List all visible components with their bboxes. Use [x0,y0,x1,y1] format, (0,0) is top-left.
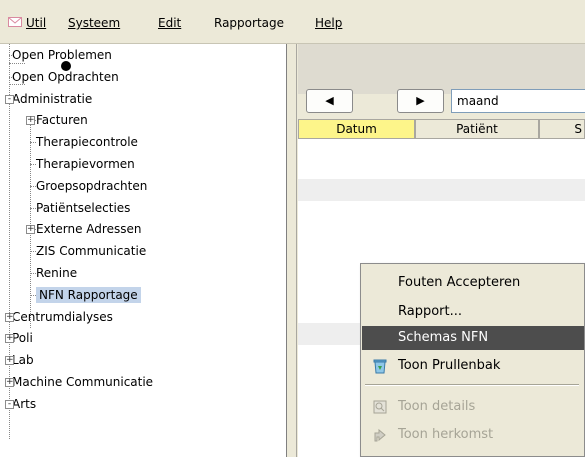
menu-item-toon-prullenbak[interactable]: Toon Prullenbak [362,354,584,378]
menu-item-toon-herkomst[interactable]: Toon herkomst [362,423,584,447]
menu-edit-label: Edit [158,16,182,30]
tree-guide [30,118,31,328]
tree-item-label: Open Problemen [12,48,112,62]
period-select[interactable]: maand [451,89,585,113]
expand-icon[interactable]: + [26,225,35,235]
tree-item-label: Open Opdrachten [12,69,119,84]
previous-button[interactable]: ◀ [306,89,353,113]
tree-item-label: Lab [12,353,34,368]
header-strip [298,44,585,94]
tree-item-label: Therapiecontrole [36,135,138,150]
tree-item-label: Externe Adressen [36,222,142,237]
tree-item-label: Renine [36,266,78,280]
expand-icon[interactable]: + [5,312,14,322]
tree-item-label: NFN Rapportage [36,286,141,303]
menu-rapportage[interactable]: Rapportage [214,14,284,32]
grid-header: Datum Patiënt S [298,119,585,139]
column-patient-label: Patiënt [456,122,498,136]
context-menu: Fouten Accepteren Rapport... Schemas NFN… [360,263,585,457]
menu-item-toon-details[interactable]: Toon details [362,395,584,419]
menu-item-schemas-nfn[interactable]: Schemas NFN [362,326,584,350]
menu-item-label: Rapport... [398,304,463,319]
tree-item-therapievormen[interactable]: Therapievormen [36,153,135,175]
tree-item-label: Administratie [12,91,93,106]
menu-item-fouten-accepteren[interactable]: Fouten Accepteren [362,271,584,295]
menu-help[interactable]: Help [315,14,342,32]
arrow-left-icon: ◀ [325,94,334,107]
menu-help-label: Help [315,16,343,30]
tree-item-label: Facturen [36,113,88,128]
tree-guide [9,55,12,56]
collapse-icon[interactable]: - [5,94,14,104]
tree-item-nfn-rapportage[interactable]: NFN Rapportage [36,284,141,306]
menu-item-label: Toon Prullenbak [398,358,501,373]
tree-item-machine-communicatie[interactable]: Machine Communicatie [12,371,153,393]
menu-item-rapport[interactable]: Rapport... [362,300,584,324]
tree-item-poli[interactable]: Poli [12,327,33,349]
tree-item-therapiecontrole[interactable]: Therapiecontrole [36,131,138,153]
expand-icon[interactable]: + [5,378,14,387]
mouse-cursor [61,61,71,71]
tree-guide [30,207,36,209]
grid-row[interactable] [298,179,585,201]
tree-item-groepsopdrachten[interactable]: Groepsopdrachten [36,175,147,197]
tree-item-renine[interactable]: Renine [36,262,77,284]
tree-guide [9,76,12,78]
tree-item-externe-adressen[interactable]: Externe Adressen [36,218,141,240]
tree-item-centrumdialyses[interactable]: Centrumdialyses [12,306,113,328]
menu-item-label: Toon herkomst [398,427,494,442]
tree-item-label: Arts [12,396,37,411]
next-button[interactable]: ▶ [397,89,444,113]
tree-item-label: Therapievormen [36,157,135,171]
menu-util[interactable]: Util [26,14,46,32]
tree-item-label: Groepsopdrachten [36,178,148,193]
tree-item-arts[interactable]: Arts [12,393,36,415]
tree-item-pati-ntselecties[interactable]: Patiëntselecties [36,197,130,219]
column-patient[interactable]: Patiënt [415,119,539,139]
tree-item-lab[interactable]: Lab [12,349,34,371]
panel-splitter[interactable] [287,44,297,457]
collapse-icon[interactable]: - [5,399,14,409]
menu-item-label: Toon details [398,399,476,414]
tree-guide [30,185,36,187]
tree-item-label: ZIS Communicatie [36,244,147,259]
expand-icon[interactable]: + [26,116,35,126]
menu-systeem[interactable]: Systeem [68,14,120,32]
tree-item-label: Centrumdialyses [12,309,113,324]
menu-separator [365,384,579,386]
tree-item-administratie[interactable]: Administratie [12,88,92,110]
tree-guide [30,294,36,296]
origin-icon [374,428,386,442]
menu-systeem-label: Systeem [68,16,121,30]
tree-guide [30,251,36,253]
tree-item-zis-communicatie[interactable]: ZIS Communicatie [36,240,146,262]
menu-rapportage-label: Rapportage [214,16,284,30]
column-datum[interactable]: Datum [298,119,415,139]
recycle-bin-icon [373,359,387,374]
menu-edit[interactable]: Edit [158,14,181,32]
expand-icon[interactable]: + [5,334,14,344]
column-s-label: S [574,122,582,136]
period-value: maand [457,94,499,108]
menu-item-label: Fouten Accepteren [398,275,521,290]
expand-icon[interactable]: + [5,356,14,366]
menu-bar: Util Systeem Edit Rapportage Help [0,0,585,44]
tree-guide [30,273,36,274]
column-s[interactable]: S [539,119,585,139]
details-icon [373,400,387,414]
column-datum-label: Datum [336,122,377,136]
arrow-right-icon: ▶ [416,94,425,107]
tree-item-label: Machine Communicatie [12,375,154,389]
tree-item-label: Patiëntselecties [36,200,131,215]
tree-item-facturen[interactable]: Facturen [36,109,88,131]
tree-guide [30,164,36,165]
envelope-icon [8,17,22,27]
tree-item-label: Poli [12,331,33,346]
tree-guide [30,142,36,144]
navigation-tree: Open Problemen Open Opdrachten Administrat… [0,44,287,457]
menu-item-label: Schemas NFN [398,330,489,345]
menu-util-label: Util [26,16,47,30]
